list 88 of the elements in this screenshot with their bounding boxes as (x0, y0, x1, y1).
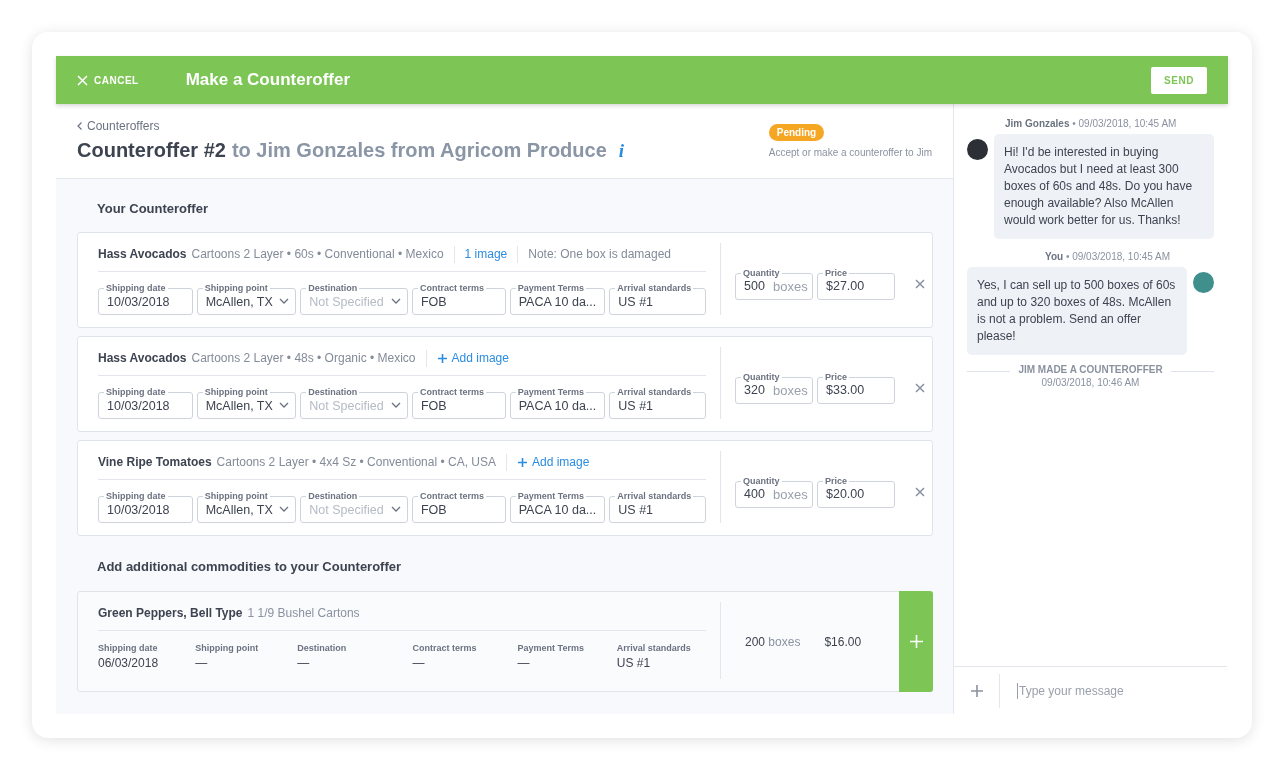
product-details: Cartoons 2 Layer • 4x4 Sz • Conventional • CA, USA (216, 455, 496, 469)
field-label: Destination (306, 387, 360, 398)
section-title: Add additional commodities to your Counteroffer (96, 558, 403, 576)
field-label: Arrival standards (615, 283, 694, 294)
event-title: JIM MADE A COUNTEROFFER (1018, 364, 1163, 375)
field-label: Arrival standards (615, 491, 694, 502)
event-time: 09/03/2018, 10:46 AM (1041, 377, 1140, 388)
field-label: Contract terms (412, 643, 478, 653)
field-value: — (297, 656, 311, 670)
message-bubble: Yes, I can sell up to 500 boxes of 60s and up to 320 boxes of 48s. McAllen is not a problem. Send an offer please! (967, 267, 1187, 355)
unit-label: boxes (773, 278, 808, 294)
field-label: Price (823, 267, 850, 279)
item-note: Note: One box is damaged (528, 247, 672, 261)
field-label: Quantity (741, 371, 782, 383)
field-label: Shipping date (104, 283, 168, 294)
price-value: $16.00 (824, 634, 862, 649)
offer-subtitle: to Jim Gonzales from Agricom Produce (231, 139, 607, 162)
close-icon (77, 74, 88, 86)
field-value: — (517, 656, 531, 670)
field-label: Contract terms (417, 283, 486, 294)
product-name: Hass Avocados (98, 351, 187, 365)
quantity-value: 200 boxes (745, 634, 801, 649)
remove-button[interactable] (915, 278, 925, 289)
field-label: Destination (297, 643, 348, 653)
product-details: Cartoons 2 Layer • 60s • Conventional • Mexico (191, 247, 444, 261)
status-hint: Accept or make a counteroffer to Jim (768, 147, 932, 158)
chevron-left-icon (77, 122, 82, 130)
field-value: — (195, 656, 209, 670)
field-value: 06/03/2018 (98, 656, 160, 670)
product-details: Cartoons 2 Layer • 48s • Organic • Mexico (191, 351, 416, 365)
field-label: Quantity (741, 475, 782, 487)
message-bubble: Hi! I'd be interested in buying Avocados but I need at least 300 boxes of 60s and 48s. Do you have enough available? Also McAllen would work better for us. Thanks! (994, 134, 1214, 239)
breadcrumb-link[interactable]: Counteroffers (77, 119, 160, 133)
unit-label: boxes (773, 486, 808, 502)
message-meta: You • 09/03/2018, 10:45 AM (1044, 251, 1172, 262)
chevron-down-icon (279, 298, 290, 304)
close-icon (915, 278, 925, 289)
field-label: Shipping date (104, 491, 168, 502)
field-label: Destination (306, 491, 360, 502)
image-link[interactable]: 1 image (464, 247, 508, 261)
product-details: 1 1/9 Bushel Cartons (247, 606, 360, 620)
status-badge: Pending (768, 124, 825, 141)
close-icon (915, 382, 925, 393)
field-label: Shipping date (104, 387, 168, 398)
field-label: Shipping point (195, 643, 260, 653)
field-label: Contract terms (417, 491, 486, 502)
product-name: Green Peppers, Bell Type (98, 606, 243, 620)
field-label: Contract terms (417, 387, 486, 398)
field-label: Quantity (741, 267, 782, 279)
remove-button[interactable] (915, 382, 925, 393)
field-label: Price (823, 475, 850, 487)
field-label: Payment Terms (517, 643, 585, 653)
offer-title: Counteroffer #2 (77, 139, 226, 162)
field-label: Shipping point (202, 387, 270, 398)
field-label: Destination (306, 283, 360, 294)
field-label: Payment Terms (515, 283, 587, 294)
chevron-down-icon (279, 506, 290, 512)
chevron-down-icon (279, 402, 290, 408)
chevron-down-icon (390, 402, 401, 408)
plus-icon (436, 352, 448, 364)
avatar (967, 139, 988, 160)
info-button[interactable]: i (612, 140, 625, 162)
plus-icon (517, 456, 528, 468)
field-value: US #1 (616, 656, 652, 670)
unit-label: boxes (773, 382, 808, 398)
add-image-link[interactable]: Add image (436, 351, 509, 365)
field-label: Payment Terms (515, 491, 587, 502)
page-title: Make a Counteroffer (185, 70, 352, 90)
avatar (1193, 272, 1214, 293)
plus-icon (908, 634, 924, 649)
field-label: Shipping date (98, 643, 159, 653)
plus-icon (969, 683, 984, 698)
product-name: Hass Avocados (98, 247, 187, 261)
field-label: Shipping point (202, 491, 270, 502)
chevron-down-icon (390, 506, 401, 512)
remove-button[interactable] (915, 486, 925, 497)
field-value: — (412, 656, 426, 670)
field-label: Shipping point (202, 283, 270, 294)
field-label: Arrival standards (615, 387, 694, 398)
field-label: Payment Terms (515, 387, 587, 398)
section-title: Your Counteroffer (96, 200, 209, 218)
message-meta: Jim Gonzales • 09/03/2018, 10:45 AM (1004, 118, 1178, 129)
product-name: Vine Ripe Tomatoes (98, 455, 212, 469)
field-label: Arrival standards (616, 643, 692, 653)
field-label: Price (823, 371, 850, 383)
chevron-down-icon (390, 298, 401, 304)
close-icon (915, 486, 925, 497)
add-image-link[interactable]: Add image (517, 455, 590, 469)
